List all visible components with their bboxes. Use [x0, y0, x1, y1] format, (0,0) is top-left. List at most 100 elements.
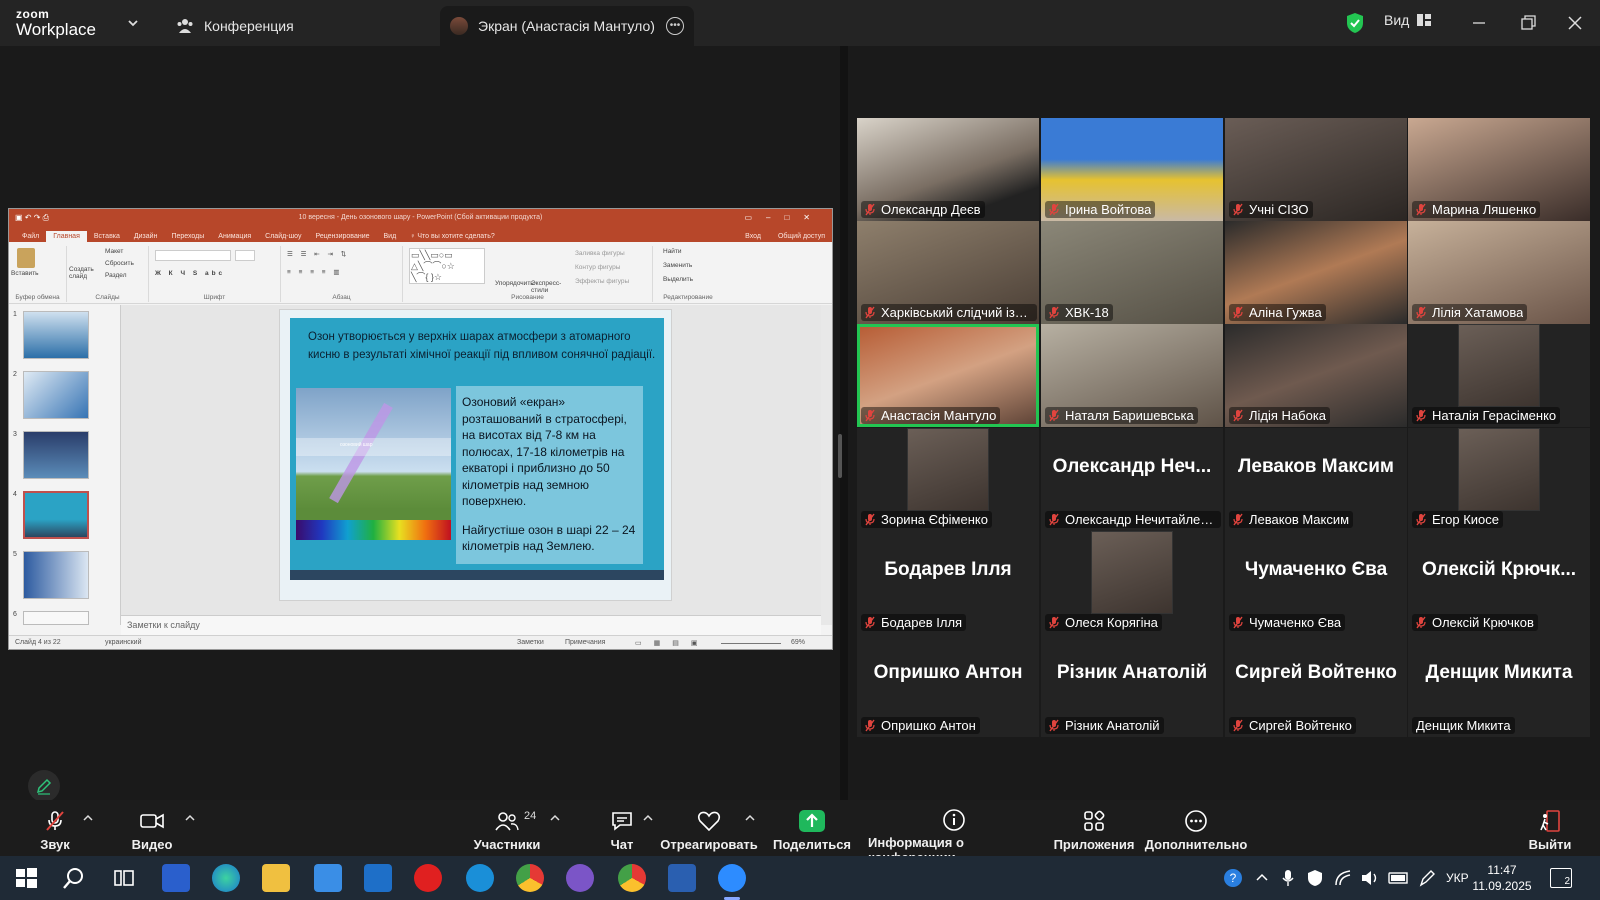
- leave-button[interactable]: Выйти: [1529, 808, 1571, 856]
- apps-button[interactable]: Приложения: [1054, 808, 1134, 856]
- clock[interactable]: 11:47 11.09.2025: [1470, 862, 1534, 894]
- volume-icon[interactable]: [1360, 869, 1380, 887]
- slide-thumbnail[interactable]: [23, 431, 89, 479]
- font-size-select[interactable]: [235, 250, 255, 261]
- participant-tile[interactable]: Сиргей Войтенко Сиргей Войтенко: [1225, 634, 1407, 737]
- audio-button[interactable]: Звук: [36, 808, 74, 856]
- zoom-logo[interactable]: zoom Workplace: [16, 8, 116, 39]
- ppt-tell-me[interactable]: ♀ Что вы хотите сделать?: [403, 231, 502, 242]
- select-label[interactable]: Выделить: [663, 276, 693, 283]
- chrome-profile-icon[interactable]: [618, 864, 646, 892]
- task-view-icon[interactable]: [110, 864, 138, 892]
- participant-tile[interactable]: Учні СІЗО: [1225, 118, 1407, 221]
- reset-label[interactable]: Сбросить: [105, 260, 134, 267]
- shape-fill-label[interactable]: Заливка фигуры: [575, 250, 625, 257]
- slide-thumbnail-selected[interactable]: [23, 491, 89, 539]
- participant-tile[interactable]: Бодарев Ілля Бодарев Ілля: [857, 531, 1039, 634]
- ppt-tab-insert[interactable]: Вставка: [87, 231, 127, 242]
- participant-tile[interactable]: Зорина Єфіменко: [857, 428, 1039, 531]
- ppt-tab-slideshow[interactable]: Слайд-шоу: [258, 231, 308, 242]
- participant-tile[interactable]: ХВК-18: [1041, 221, 1223, 324]
- meeting-info-button[interactable]: Информация о конференции: [868, 808, 1040, 865]
- chevron-up-icon[interactable]: [550, 814, 560, 822]
- security-shield-icon[interactable]: [1345, 12, 1365, 34]
- close-icon[interactable]: [1564, 12, 1586, 34]
- chevron-down-icon[interactable]: [126, 16, 140, 30]
- restore-icon[interactable]: [1517, 12, 1539, 34]
- participant-tile[interactable]: Леваков Максим Леваков Максим: [1225, 428, 1407, 531]
- replace-label[interactable]: Заменить: [663, 262, 692, 269]
- participant-tile[interactable]: Денщик Микита Денщик Микита: [1408, 634, 1590, 737]
- list-buttons[interactable]: ☰ ☰ ⇤ ⇥ ⇅: [287, 250, 349, 258]
- slide-thumbnail[interactable]: [23, 611, 89, 625]
- participant-tile[interactable]: Олеся Корягіна: [1041, 531, 1223, 634]
- participant-tile[interactable]: Аліна Гужва: [1225, 221, 1407, 324]
- search-icon[interactable]: [60, 864, 88, 892]
- edge-icon[interactable]: [212, 864, 240, 892]
- font-name-select[interactable]: [155, 250, 231, 261]
- participant-tile[interactable]: Лідія Набока: [1225, 324, 1407, 427]
- video-button[interactable]: Видео: [130, 808, 174, 856]
- layout-label[interactable]: Макет: [105, 248, 123, 255]
- word-icon[interactable]: [668, 864, 696, 892]
- participant-tile[interactable]: Опришко Антон Опришко Антон: [857, 634, 1039, 737]
- align-buttons[interactable]: ≡ ≡ ≡ ≡ ▥: [287, 268, 343, 276]
- ppt-share[interactable]: Общий доступ: [771, 231, 832, 242]
- quick-styles-label[interactable]: Экспресс-стили: [531, 280, 567, 294]
- ppt-tab-file[interactable]: Файл: [15, 231, 46, 242]
- chat-button[interactable]: Чат: [604, 808, 640, 856]
- section-label[interactable]: Раздел: [105, 272, 126, 279]
- shape-effects-label[interactable]: Эффекты фигуры: [575, 278, 629, 285]
- view-button[interactable]: Вид: [1384, 12, 1432, 28]
- participant-tile[interactable]: Чумаченко Єва Чумаченко Єва: [1225, 531, 1407, 634]
- ppt-tab-transitions[interactable]: Переходы: [164, 231, 211, 242]
- participant-tile[interactable]: Лілія Хатамова: [1408, 221, 1590, 324]
- participant-tile[interactable]: Харківський слідчий ізол...: [857, 221, 1039, 324]
- chevron-up-icon[interactable]: [185, 814, 195, 822]
- language-indicator[interactable]: УКР: [1446, 856, 1469, 900]
- participant-tile[interactable]: Наталя Баришевська: [1041, 324, 1223, 427]
- ppt-tab-view[interactable]: Вид: [377, 231, 404, 242]
- paste-label[interactable]: Вставить: [11, 270, 39, 277]
- font-format-buttons[interactable]: Ж К Ч S abc: [155, 270, 225, 277]
- find-label[interactable]: Найти: [663, 248, 682, 255]
- ppt-tab-review[interactable]: Рецензирование: [308, 231, 376, 242]
- zoom-app-icon[interactable]: [718, 864, 746, 892]
- share-button[interactable]: Поделиться: [773, 808, 851, 856]
- participant-tile[interactable]: Егор Киосе: [1408, 428, 1590, 531]
- ppt-tab-home[interactable]: Главная: [46, 231, 87, 242]
- participant-tile[interactable]: Марина Ляшенко: [1408, 118, 1590, 221]
- minimize-icon[interactable]: [1468, 12, 1490, 34]
- shapes-gallery[interactable]: ▭╲╲▭○▭ △╲⌒⌒○☆ ╲⌒{ }☆: [409, 248, 485, 284]
- divider-handle[interactable]: [838, 434, 842, 478]
- status-zoom[interactable]: 69%: [791, 639, 805, 646]
- shape-outline-label[interactable]: Контур фигуры: [575, 264, 620, 271]
- annotate-pen-icon[interactable]: [28, 770, 60, 802]
- outlook-icon[interactable]: [364, 864, 392, 892]
- microphone-icon[interactable]: [1280, 869, 1296, 887]
- slide-thumbnail[interactable]: [23, 551, 89, 599]
- react-button[interactable]: Отреагировать: [660, 808, 758, 856]
- windows-start-icon[interactable]: [12, 864, 40, 892]
- status-notes[interactable]: Заметки: [517, 639, 544, 646]
- slide-thumbnail[interactable]: [23, 311, 89, 359]
- more-button[interactable]: Дополнительно: [1145, 808, 1247, 856]
- split-divider[interactable]: [840, 46, 848, 800]
- viber-icon[interactable]: [566, 864, 594, 892]
- view-mode-icons[interactable]: ▭▦▤▣: [635, 639, 709, 647]
- ppt-tab-animation[interactable]: Анимация: [211, 231, 258, 242]
- paste-icon[interactable]: [17, 248, 35, 268]
- chevron-up-icon[interactable]: [745, 814, 755, 822]
- ppt-tab-design[interactable]: Дизайн: [127, 231, 165, 242]
- wifi-icon[interactable]: [1334, 869, 1352, 887]
- help-icon[interactable]: ?: [1222, 867, 1244, 889]
- notifications-icon[interactable]: 2: [1550, 868, 1572, 888]
- participant-tile[interactable]: Наталія Герасіменко: [1408, 324, 1590, 427]
- more-options-icon[interactable]: •••: [666, 17, 684, 35]
- teamviewer-icon[interactable]: [466, 864, 494, 892]
- participant-tile[interactable]: Анастасія Мантуло: [857, 324, 1039, 427]
- ppt-signin[interactable]: Вход: [738, 231, 771, 242]
- chevron-up-icon[interactable]: [643, 814, 653, 822]
- pen-tray-icon[interactable]: [1418, 868, 1436, 888]
- status-comments[interactable]: Примечания: [565, 639, 605, 646]
